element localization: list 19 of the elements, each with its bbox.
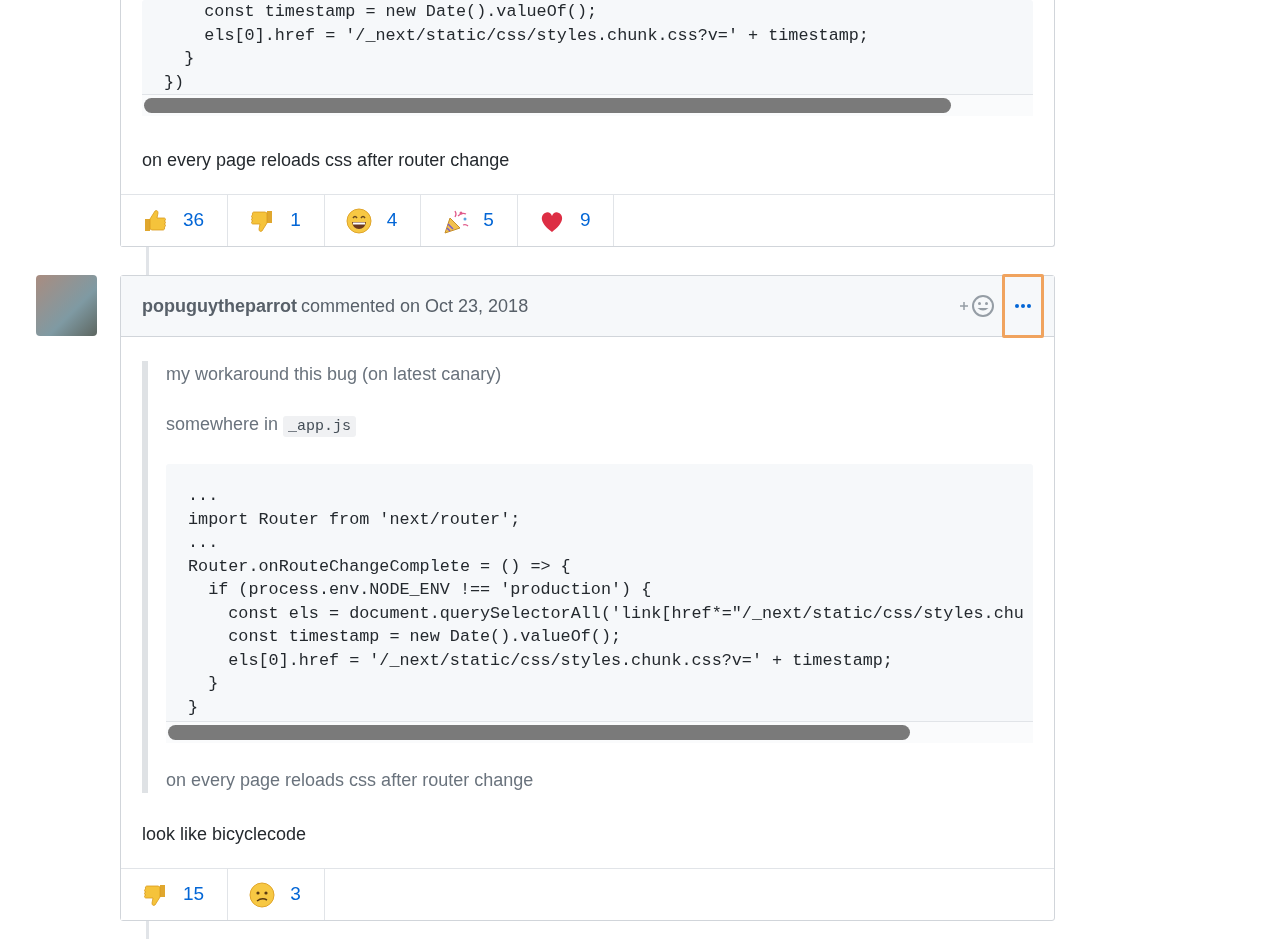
add-reaction-icon[interactable] [958, 294, 996, 318]
grinning-face-icon [344, 206, 373, 235]
quote-text: on every page reloads css after router change [166, 769, 535, 792]
more-options-button[interactable] [1002, 274, 1044, 338]
kebab-icon [1014, 303, 1032, 309]
author-link[interactable]: popuguytheparrot [142, 292, 297, 320]
scrollbar-thumb[interactable] [144, 98, 952, 113]
quote-text: somewhere in _app.js [166, 411, 1033, 440]
code-text: ... import Router from 'next/router'; ... Router.onRouteChangeComplete = () => { if (process.env.NODE_ENV !== 'production') { const els = document.querySelectorAll('link[href*="/_next/static/css/styles.chu const timestamp = new Date().valueOf(); els[0].href = '/_next/static/css/styles.chunk.css?v=' + timestamp; } } [187, 485, 1025, 719]
comment-text: look like bicyclecode [142, 823, 308, 846]
code-text: const timestamp = new Date().valueOf(); els[0].href = '/_next/static/css/styles.chunk.css?v=' + timestamp; } }) [163, 1, 870, 94]
comment-meta: commented on Oct 23, 2018 [301, 294, 529, 318]
quote-text: my workaround this bug (on latest canary) [166, 363, 503, 386]
confused-face-icon [248, 880, 277, 909]
reaction-button[interactable]: 15 [121, 869, 229, 920]
comment-text: on every page reloads css after router change [142, 149, 511, 172]
scrollbar-thumb[interactable] [168, 725, 911, 740]
reaction-button[interactable]: 36 [121, 195, 229, 246]
avatar-photo-placeholder [36, 275, 97, 336]
